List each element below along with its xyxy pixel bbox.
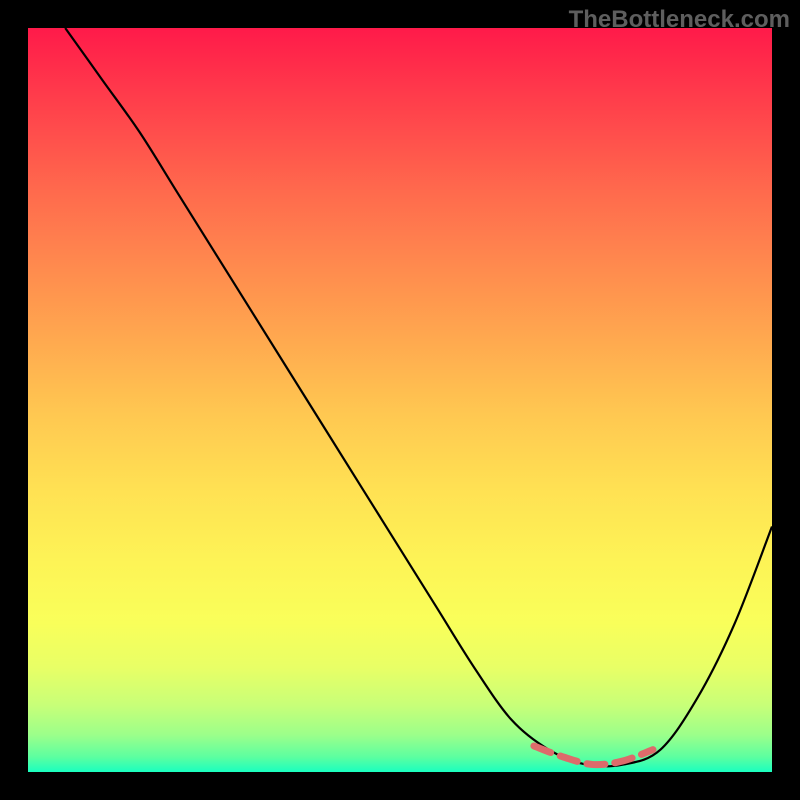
highlight-path xyxy=(534,746,653,765)
chart-highlight xyxy=(28,28,772,772)
chart-plot-area xyxy=(28,28,772,772)
watermark-text: TheBottleneck.com xyxy=(569,6,790,34)
